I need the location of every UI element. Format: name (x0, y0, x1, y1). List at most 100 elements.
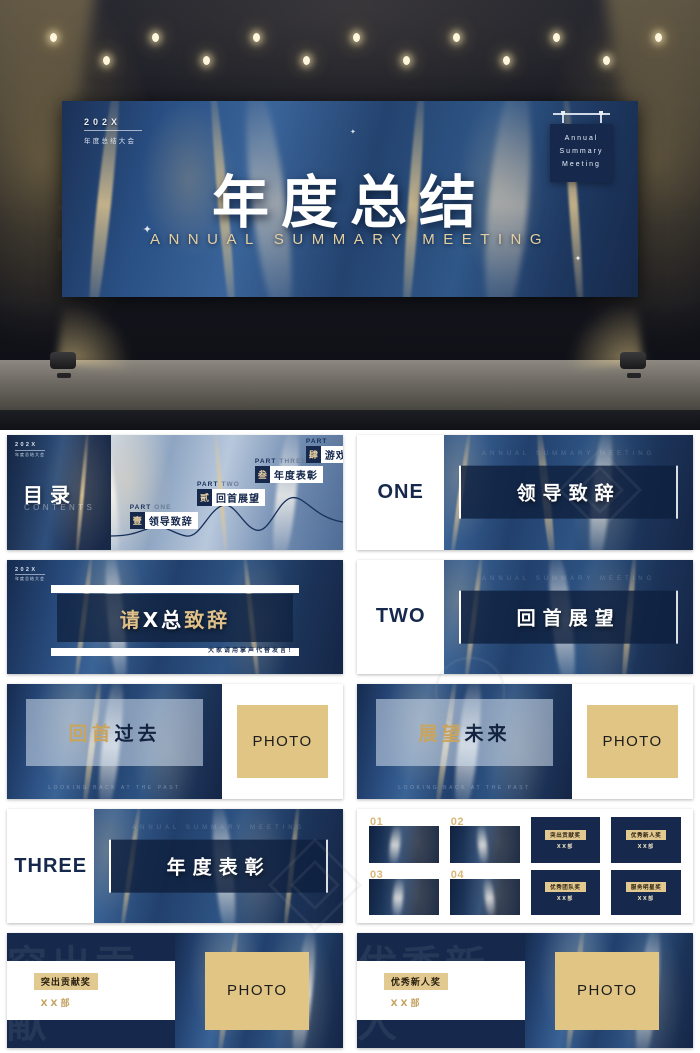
slide-cell-award-grid[interactable]: 01 02 突出贡献奖 XX部 优秀新人奖 XX部 03 04 优秀团队奖 XX… (350, 804, 700, 929)
award-card-4[interactable]: 服务明星奖 XX部 (611, 869, 681, 916)
hero-stage: 年度总结 202X 年度总结大会 ✦ ✦ ✦ 年度总结 ANNUAL SUMMA… (0, 0, 700, 430)
award-card-1[interactable]: 突出贡献奖 XX部 (530, 816, 601, 863)
ceiling-bulb (503, 56, 510, 65)
hanging-sign-bar (550, 111, 613, 124)
award-thumb-04[interactable]: 04 (449, 869, 520, 921)
ceiling-bulb (353, 33, 360, 42)
contents-part-2[interactable]: PART TWO 贰 回首展望 (196, 480, 265, 506)
award-card-4-dept: XX部 (637, 896, 655, 903)
section-one-faint: ANNUAL SUMMARY MEETING (482, 451, 656, 457)
slide-section-three[interactable]: 3 THREE ANNUAL SUMMARY MEETING 年度表彰 (7, 808, 343, 924)
slide-cell-section-two[interactable]: 2 TWO ANNUAL SUMMARY MEETING 回首展望 (350, 555, 700, 680)
part-2-label-light: TWO (221, 480, 240, 488)
part-4-number: 肆 (305, 446, 321, 464)
slide-cell-looking-forward[interactable]: 展望未来 LOOKING BACK AT THE PAST PHOTO (350, 679, 700, 804)
part-1-label-bold: PART (129, 503, 152, 511)
speech-year-block: 202X 年度总结大会 (15, 567, 45, 583)
slide-looking-back[interactable]: 回首过去 LOOKING BACK AT THE PAST PHOTO (7, 684, 343, 799)
looking-back-right: PHOTO (222, 684, 343, 799)
photo-placeholder[interactable]: PHOTO (205, 951, 310, 1030)
slide-cell-looking-back[interactable]: 回首过去 LOOKING BACK AT THE PAST PHOTO (0, 679, 350, 804)
sparkle-icon: ✦ (574, 253, 582, 263)
award-card-4-tag: 服务明星奖 (625, 882, 667, 893)
spotlight-lamp-right (560, 300, 652, 378)
award-card-2[interactable]: 优秀新人奖 XX部 (611, 816, 681, 863)
looking-forward-band: 展望未来 (376, 699, 553, 766)
award-detail-2-tag: 优秀新人奖 (383, 972, 448, 990)
part-3-label-bold: PART (254, 457, 277, 465)
photo-placeholder[interactable]: PHOTO (555, 951, 660, 1030)
speech-plate: 请X总致辞 (57, 593, 293, 643)
contents-part-1[interactable]: PART ONE 壹 领导致辞 (129, 503, 198, 529)
section-two-title: 回首展望 (516, 607, 621, 630)
slide-section-one[interactable]: 1 ONE ANNUAL SUMMARY MEETING 领导致辞 (357, 435, 693, 550)
contents-subtitle: CONTENTS (24, 503, 96, 512)
ceiling-bulb (403, 56, 410, 65)
section-one-right: ANNUAL SUMMARY MEETING 领导致辞 (444, 435, 693, 550)
banner-rule (84, 130, 142, 131)
ceiling-bulb (603, 56, 610, 65)
speech-bar-top (50, 584, 300, 593)
section-one-word-text: ONE (377, 480, 424, 503)
section-one-left: 1 ONE (357, 435, 445, 550)
award-detail-2-left: 优秀新人 优秀新人奖 XX部 (357, 933, 525, 1048)
award-thumb-02[interactable]: 02 (449, 816, 520, 868)
slide-section-two[interactable]: 2 TWO ANNUAL SUMMARY MEETING 回首展望 (357, 559, 693, 675)
slide-looking-forward[interactable]: 展望未来 LOOKING BACK AT THE PAST PHOTO (357, 684, 693, 799)
section-two-word-text: TWO (375, 605, 426, 628)
section-two-left: 2 TWO (357, 559, 445, 675)
hanging-sign-box: Annual Summary Meeting (550, 124, 613, 182)
looking-back-title-gold: 回首 (68, 722, 115, 745)
banner-year: 202X (84, 117, 122, 127)
looking-forward-left: 展望未来 LOOKING BACK AT THE PAST (357, 684, 573, 799)
award-card-3-dept: XX部 (556, 896, 574, 903)
hanging-sign: Annual Summary Meeting (550, 111, 613, 182)
part-3-label-light: THREE (279, 457, 307, 465)
slide-speech[interactable]: 202X 年度总结大会 请X总致辞 大家请用掌声代替发言！ (7, 559, 343, 675)
contents-part-4[interactable]: PART FOUR 肆 游戏抽奖 (305, 438, 343, 464)
contents-year-sub: 年度总结大会 (15, 451, 45, 457)
looking-forward-title-gold: 展望 (418, 722, 465, 745)
sign-line-3: Meeting (562, 160, 601, 168)
sparkle-icon: ✦ (350, 129, 356, 137)
award-detail-1-left: 突出贡献 突出贡献奖 XX部 (7, 933, 175, 1048)
part-3-text: 年度表彰 (273, 470, 318, 482)
slide-cell-speech[interactable]: 202X 年度总结大会 请X总致辞 大家请用掌声代替发言！ (0, 555, 350, 680)
slide-award-grid[interactable]: 01 02 突出贡献奖 XX部 优秀新人奖 XX部 03 04 优秀团队奖 XX… (357, 808, 693, 924)
slide-thumbnail-grid: 202X 年度总结大会 目录 CONTENTS PART ONE 壹 领导致辞 (0, 430, 700, 1053)
ceiling-bulb (655, 33, 662, 42)
award-detail-1-right: PHOTO (175, 933, 343, 1048)
speech-title-gold-1: 请 (119, 607, 143, 632)
slide-cell-section-three[interactable]: 3 THREE ANNUAL SUMMARY MEETING 年度表彰 (0, 804, 350, 929)
banner-subtitle: ANNUAL SUMMARY MEETING (149, 231, 551, 248)
slide-cell-award-detail-2[interactable]: 优秀新人 优秀新人奖 XX部 PHOTO (350, 928, 700, 1053)
award-grid-wrap: 01 02 突出贡献奖 XX部 优秀新人奖 XX部 03 04 优秀团队奖 XX… (357, 808, 693, 924)
slide-contents[interactable]: 202X 年度总结大会 目录 CONTENTS PART ONE 壹 领导致辞 (7, 435, 343, 550)
slide-award-detail-2[interactable]: 优秀新人 优秀新人奖 XX部 PHOTO (357, 933, 693, 1048)
slide-cell-award-detail-1[interactable]: 突出贡献 突出贡献奖 XX部 PHOTO (0, 928, 350, 1053)
ceiling-bulb (203, 56, 210, 65)
photo-placeholder[interactable]: PHOTO (586, 704, 679, 779)
photo-placeholder[interactable]: PHOTO (236, 704, 329, 779)
section-three-word-text: THREE (14, 854, 88, 877)
part-1-label-light: ONE (154, 503, 172, 511)
section-three-right: ANNUAL SUMMARY MEETING 年度表彰 (94, 809, 343, 924)
slide-cell-contents[interactable]: 202X 年度总结大会 目录 CONTENTS PART ONE 壹 领导致辞 (0, 430, 350, 555)
section-three-title: 年度表彰 (166, 856, 271, 879)
section-two-word: 2 TWO (375, 593, 426, 637)
sign-line-2: Summary (559, 147, 604, 155)
part-4-text: 游戏抽奖 (324, 451, 343, 463)
looking-back-title-dark: 过去 (114, 722, 161, 745)
slide-cell-section-one[interactable]: 1 ONE ANNUAL SUMMARY MEETING 领导致辞 (350, 430, 700, 555)
banner-year-block: 202X 年度总结大会 (84, 117, 142, 145)
section-three-word: 3 THREE (14, 843, 88, 887)
contents-year: 202X (15, 442, 38, 448)
award-detail-1-dept: XX部 (40, 998, 73, 1009)
section-one-title: 领导致辞 (516, 482, 621, 505)
award-thumb-03[interactable]: 03 (369, 869, 439, 921)
looking-forward-right: PHOTO (572, 684, 693, 799)
award-card-3[interactable]: 优秀团队奖 XX部 (530, 869, 601, 916)
slide-award-detail-1[interactable]: 突出贡献 突出贡献奖 XX部 PHOTO (7, 933, 343, 1048)
award-card-2-dept: XX部 (637, 843, 655, 850)
award-thumb-01[interactable]: 01 (369, 816, 439, 868)
